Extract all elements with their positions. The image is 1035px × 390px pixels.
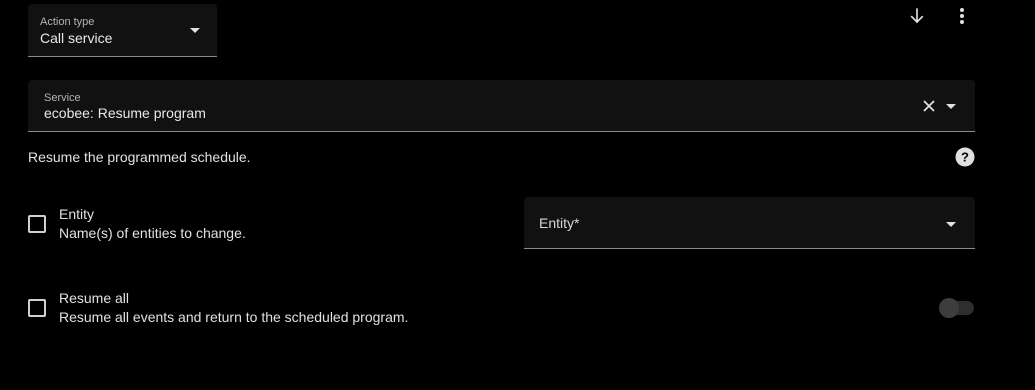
svg-text:?: ? [961,150,969,165]
chevron-down-icon[interactable] [946,104,956,109]
service-value: ecobee: Resume program [44,105,206,121]
action-type-select[interactable]: Action type Call service [28,4,217,57]
resume-all-description: Resume all events and return to the sche… [59,309,409,325]
chevron-down-icon [946,222,956,227]
service-description: Resume the programmed schedule. [28,149,251,165]
service-select[interactable]: Service ecobee: Resume program [28,80,975,132]
resume-all-checkbox[interactable] [28,299,46,317]
entity-picker-label: Entity* [539,215,580,231]
arrow-down-icon[interactable] [905,4,929,28]
entity-title: Entity [59,206,95,222]
entity-description: Name(s) of entities to change. [59,225,246,241]
dots-vertical-icon[interactable] [950,4,974,28]
help-circle-icon[interactable]: ? [955,147,975,167]
entity-checkbox[interactable] [28,215,46,233]
resume-all-toggle[interactable] [938,298,976,318]
resume-all-title: Resume all [59,290,130,306]
close-icon[interactable] [921,98,937,114]
action-type-label: Action type [40,16,95,28]
toggle-thumb [939,298,959,318]
chevron-down-icon [190,28,200,33]
action-type-value: Call service [40,30,113,46]
entity-picker[interactable]: Entity* [524,197,975,249]
service-label: Service [44,92,81,104]
